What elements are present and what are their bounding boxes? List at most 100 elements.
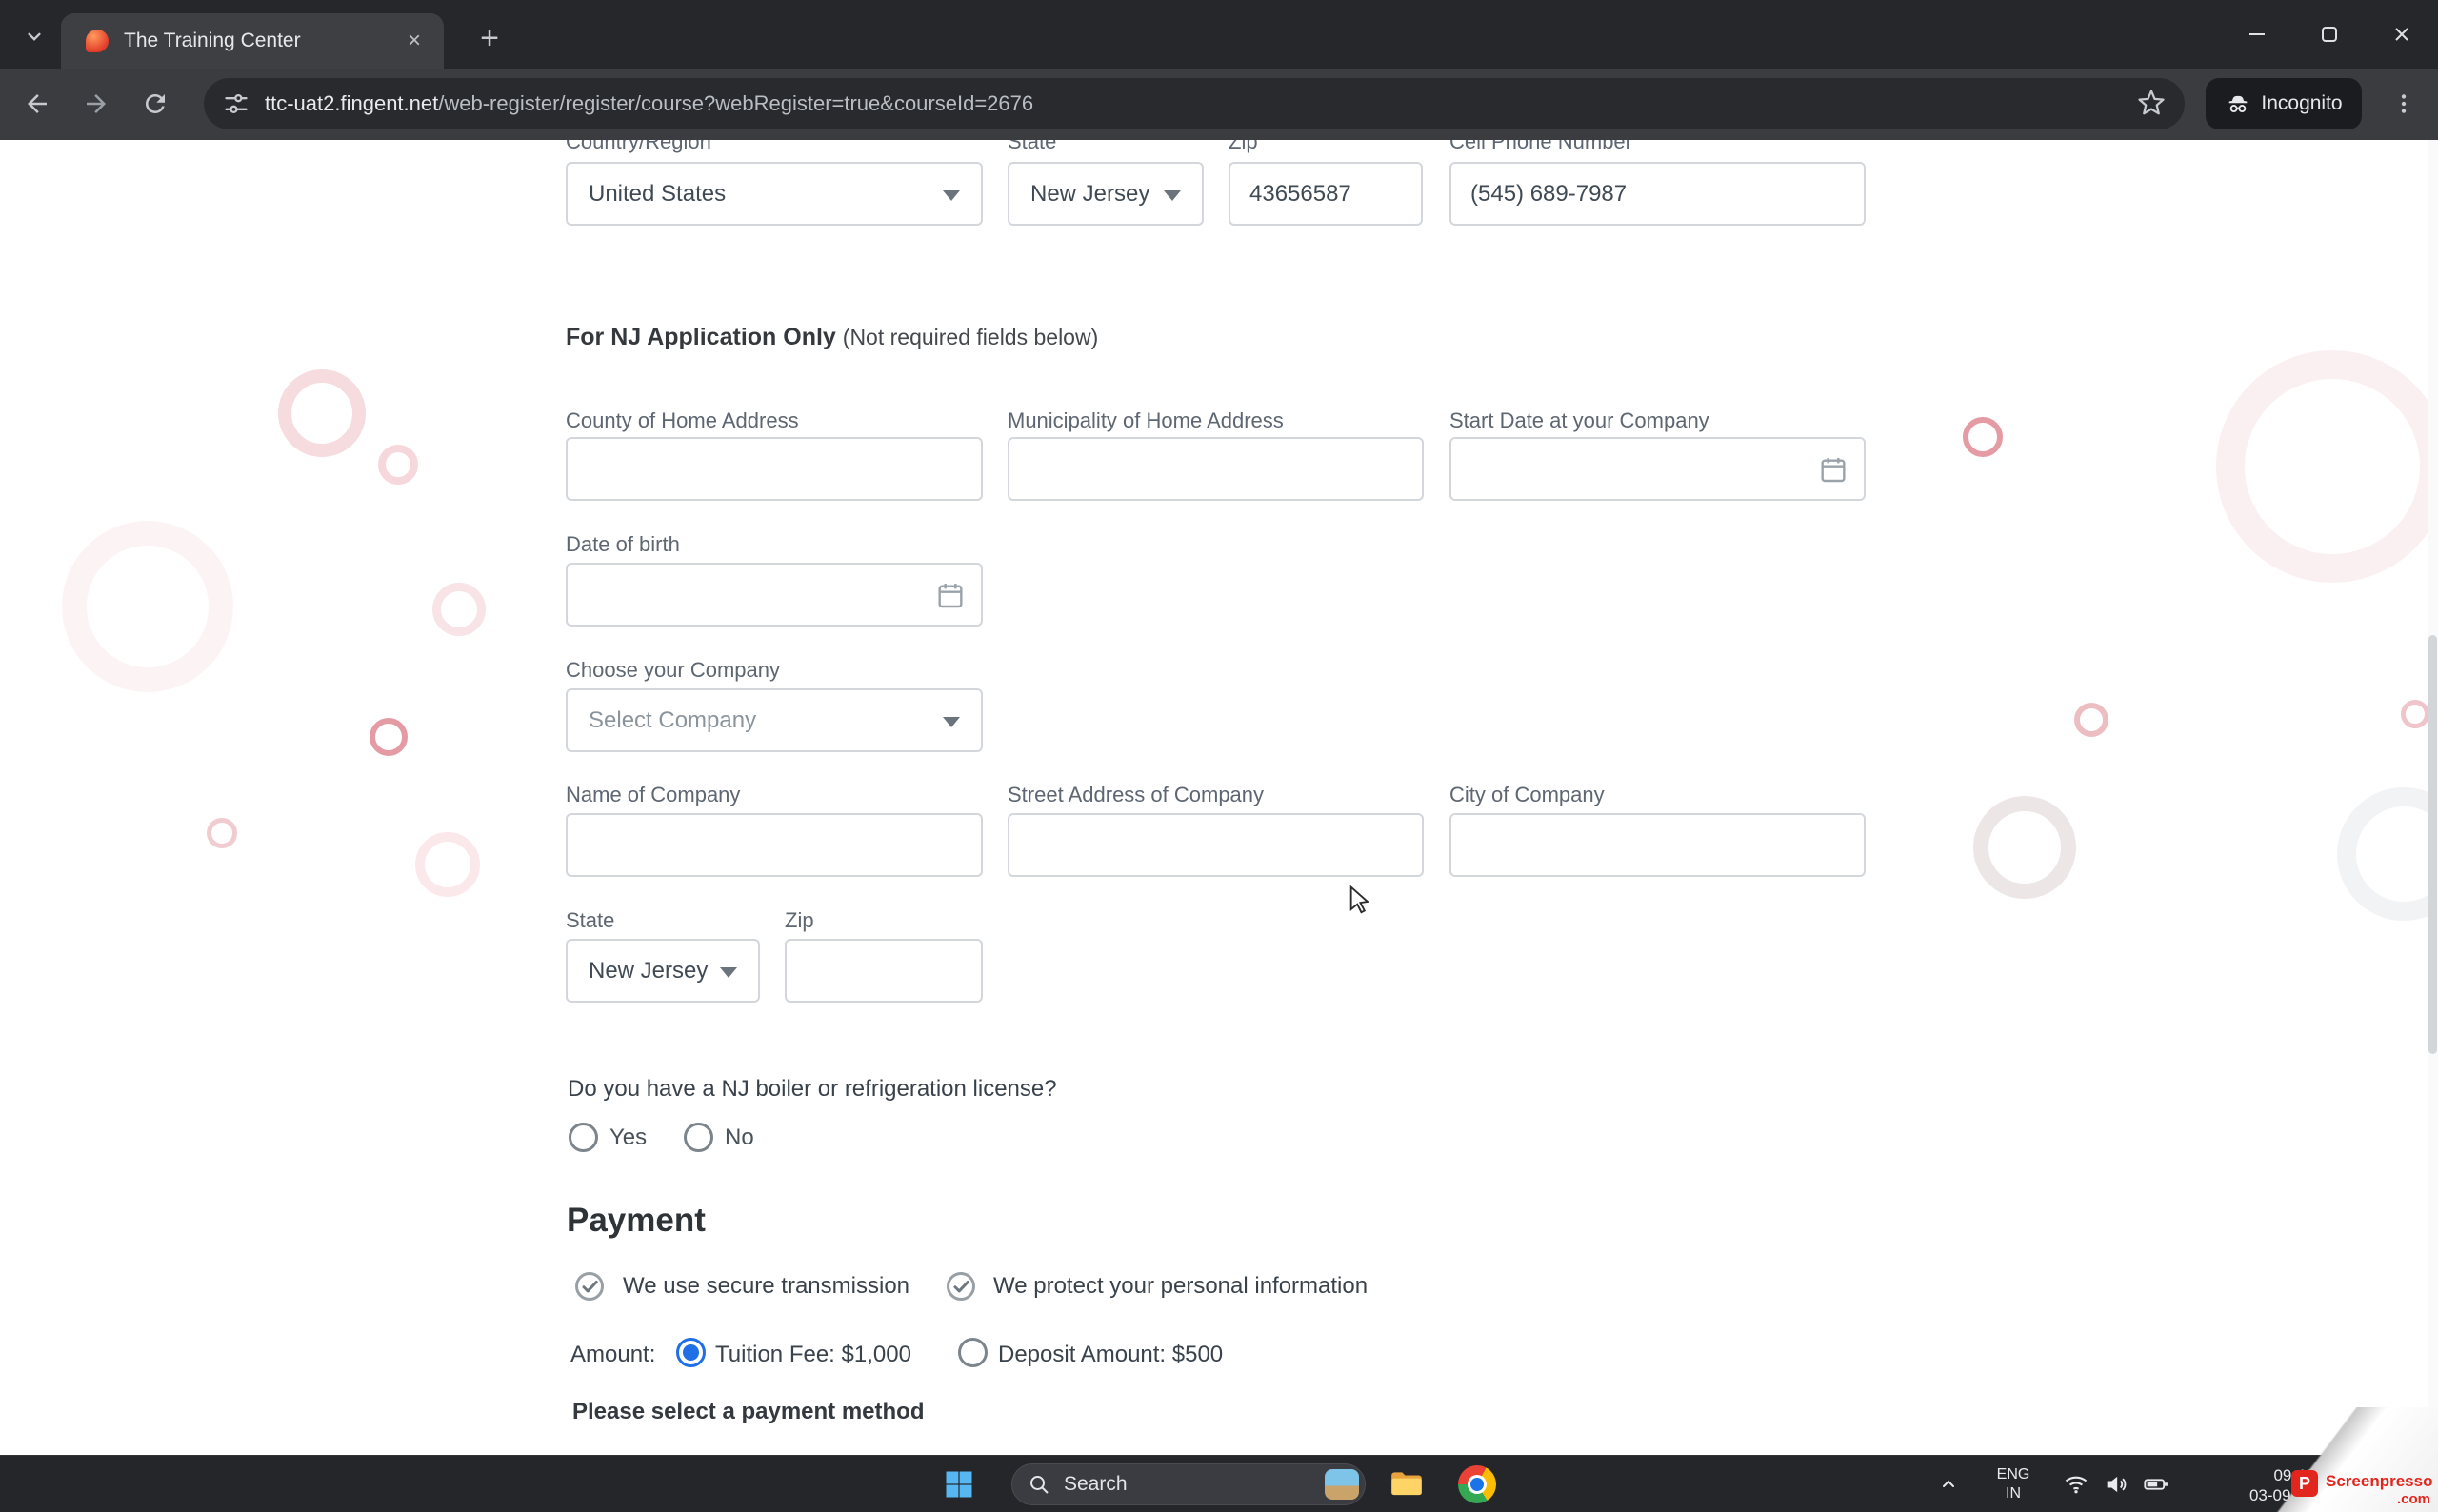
calendar-icon[interactable] [935, 580, 966, 610]
chevron-down-icon [943, 189, 960, 201]
browser-menu-button[interactable] [2379, 79, 2428, 129]
phone-input[interactable] [1449, 162, 1866, 226]
site-info-icon[interactable] [221, 89, 251, 119]
dob-label: Date of birth [566, 532, 680, 556]
chevron-down-icon [28, 32, 41, 41]
close-icon [2395, 28, 2408, 41]
maximize-icon [2322, 27, 2337, 42]
language-indicator[interactable]: ENG IN [1986, 1465, 2041, 1503]
language-line2: IN [2006, 1485, 2021, 1502]
check-circle-icon [572, 1269, 607, 1303]
amount-label: Amount: [570, 1342, 656, 1367]
screenpresso-com-text: .com [2396, 1491, 2430, 1507]
volume-button[interactable] [2093, 1462, 2139, 1507]
decorative-ring [278, 369, 366, 457]
state-select[interactable]: New Jersey [1008, 162, 1204, 226]
minimize-icon [2249, 33, 2265, 35]
search-placeholder: Search [1064, 1473, 1128, 1495]
page-content: Country/Region State Zip Cell Phone Numb… [0, 140, 2438, 1455]
browser-tab[interactable]: The Training Center × [61, 13, 444, 69]
taskbar-search[interactable]: Search [1011, 1463, 1366, 1505]
back-button[interactable] [12, 79, 62, 129]
license-yes-label[interactable]: Yes [610, 1124, 647, 1151]
file-explorer-button[interactable] [1384, 1462, 1429, 1507]
company-name-input[interactable] [566, 813, 983, 877]
screenpresso-text: Screenpresso [2326, 1472, 2433, 1490]
battery-icon [2144, 1479, 2168, 1490]
forward-button[interactable] [71, 79, 121, 129]
wifi-button[interactable] [2053, 1462, 2099, 1507]
license-no-label[interactable]: No [725, 1124, 754, 1151]
vertical-scrollbar[interactable] [2428, 140, 2438, 1455]
nj-subtitle-text: (Not required fields below) [842, 325, 1099, 349]
deposit-amount-label[interactable]: Deposit Amount: $500 [998, 1342, 1223, 1368]
company-state-select[interactable]: New Jersey [566, 939, 760, 1003]
calendar-icon[interactable] [1818, 454, 1848, 485]
dob-field[interactable] [566, 563, 983, 627]
zip-input[interactable] [1229, 162, 1423, 226]
tab-close-icon[interactable]: × [398, 25, 430, 57]
decorative-ring [2337, 787, 2438, 921]
phone-label: Cell Phone Number [1449, 140, 1632, 153]
bookmark-star-button[interactable] [2137, 89, 2168, 119]
folder-icon [1391, 1472, 1422, 1496]
address-bar[interactable]: ttc-uat2.fingent.net/web-register/regist… [204, 78, 2185, 129]
country-select[interactable]: United States [566, 162, 983, 226]
company-name-label: Name of Company [566, 783, 741, 806]
company-select[interactable]: Select Company [566, 688, 983, 752]
tuition-fee-label[interactable]: Tuition Fee: $1,000 [715, 1342, 911, 1368]
search-highlight-image[interactable] [1325, 1469, 1359, 1500]
company-state-value: New Jersey [589, 957, 709, 984]
tab-strip: The Training Center × + [0, 0, 2438, 69]
url-host: ttc-uat2.fingent.net [265, 91, 439, 115]
reload-button[interactable] [130, 79, 180, 129]
search-icon [1028, 1473, 1050, 1496]
deposit-amount-radio[interactable] [958, 1338, 988, 1367]
chevron-down-icon [1164, 189, 1181, 201]
license-question: Do you have a NJ boiler or refrigeration… [568, 1076, 1057, 1102]
tray-expand-button[interactable] [1926, 1462, 1971, 1507]
municipality-input[interactable] [1008, 437, 1424, 501]
incognito-icon [2229, 95, 2248, 112]
start-date-input[interactable] [1449, 437, 1866, 501]
decorative-ring [1973, 796, 2076, 899]
incognito-label: Incognito [2261, 92, 2343, 114]
start-date-label: Start Date at your Company [1449, 408, 1709, 432]
tuition-fee-radio[interactable] [676, 1338, 706, 1367]
company-street-input[interactable] [1008, 813, 1424, 877]
url-text: ttc-uat2.fingent.net/web-register/regist… [265, 91, 2137, 116]
payment-title: Payment [567, 1202, 706, 1239]
new-tab-button[interactable]: + [469, 17, 510, 59]
state-label: State [1008, 140, 1057, 153]
back-icon [28, 94, 47, 113]
license-no-radio[interactable] [684, 1123, 713, 1152]
county-input[interactable] [566, 437, 983, 501]
company-city-input[interactable] [1449, 813, 1866, 877]
chrome-taskbar-button[interactable] [1454, 1462, 1500, 1507]
decorative-ring [378, 445, 418, 485]
start-date-field[interactable] [1449, 437, 1866, 501]
window-close-button[interactable] [2366, 0, 2438, 69]
start-button[interactable] [936, 1462, 982, 1507]
scrollbar-thumb[interactable] [2428, 635, 2437, 1054]
forward-icon [87, 94, 106, 113]
tab-favicon [86, 30, 109, 52]
tab-search-button[interactable] [13, 15, 55, 57]
company-zip-input[interactable] [785, 939, 983, 1003]
dob-input[interactable] [566, 563, 983, 627]
reload-icon [145, 93, 165, 113]
license-yes-radio[interactable] [569, 1123, 598, 1152]
company-state-label: State [566, 908, 615, 932]
country-label: Country/Region [566, 140, 711, 153]
company-city-label: City of Company [1449, 783, 1605, 806]
window-minimize-button[interactable] [2221, 0, 2293, 69]
chrome-icon [1458, 1465, 1496, 1503]
state-value: New Jersey [1030, 180, 1150, 207]
chevron-down-icon [720, 966, 737, 978]
tab-title: The Training Center [124, 30, 301, 51]
window-maximize-button[interactable] [2293, 0, 2366, 69]
speaker-icon [2107, 1476, 2127, 1493]
nj-section-title: For NJ Application Only (Not required fi… [566, 324, 1098, 351]
battery-button[interactable] [2133, 1462, 2179, 1507]
screenpresso-badge: P [2291, 1470, 2318, 1497]
